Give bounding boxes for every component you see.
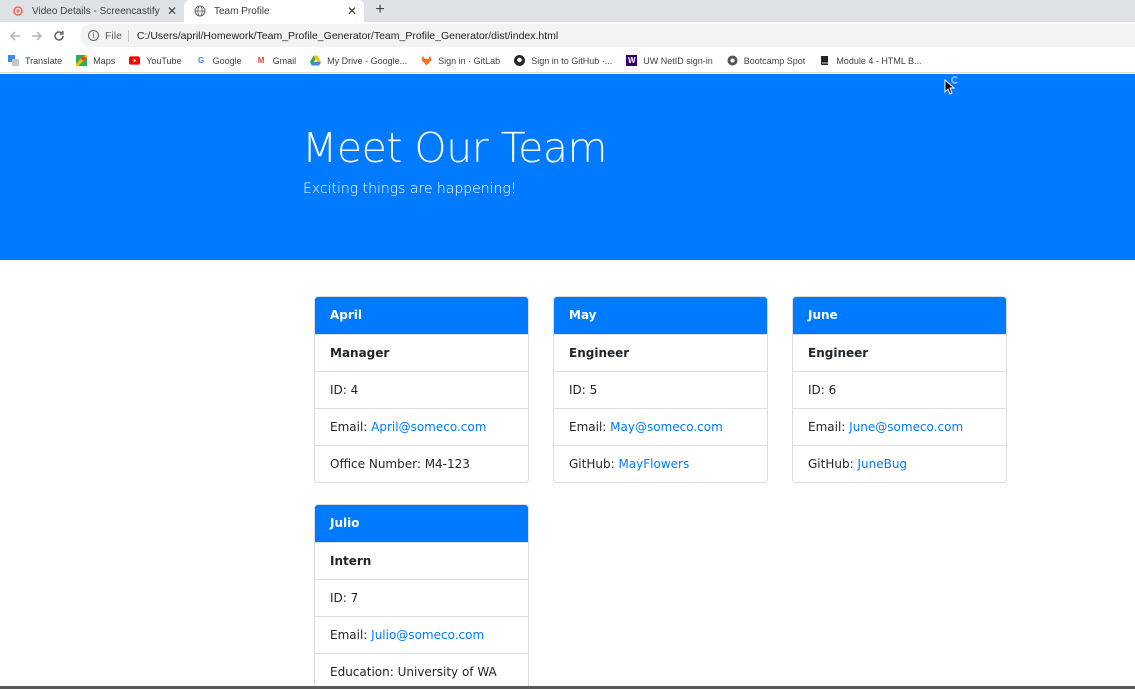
email-label: Email: (330, 628, 372, 642)
bookmark-bootcamp[interactable]: Bootcamp Spot (727, 55, 806, 66)
card-name: May (554, 297, 767, 334)
bookmark-youtube[interactable]: YouTube (129, 55, 182, 66)
bookmark-github[interactable]: Sign in to GitHub ·... (514, 55, 612, 66)
youtube-icon (129, 55, 141, 66)
card-role: Manager (315, 334, 528, 371)
card-name: Julio (315, 505, 528, 542)
bookmark-label: Google (212, 55, 242, 66)
page-subtitle: Exciting things are happening! (303, 181, 517, 197)
forward-arrow-icon[interactable] (26, 25, 48, 47)
address-url[interactable]: C:/Users/april/Homework/Team_Profile_Gen… (137, 30, 558, 42)
tab-strip: Video Details - Screencastify ✕ Team Pro… (0, 0, 1135, 22)
card-name: April (315, 297, 528, 334)
tab-title: Video Details - Screencastify (32, 5, 160, 17)
email-link[interactable]: April@someco.com (371, 420, 486, 434)
jumbotron: Meet Our Team Exciting things are happen… (0, 74, 1135, 260)
address-bar[interactable]: i File C:/Users/april/Homework/Team_Prof… (80, 24, 1135, 47)
bookmark-drive[interactable]: My Drive - Google... (310, 55, 407, 66)
globe-icon (194, 5, 206, 17)
gitlab-icon (421, 55, 432, 66)
github-link[interactable]: MayFlowers (618, 457, 689, 471)
bookmark-module4[interactable]: Module 4 - HTML B... (819, 55, 922, 66)
bookmarks-bar: Translate Maps YouTube G Google M Gmail … (0, 49, 1135, 73)
card-id: ID: 4 (315, 371, 528, 408)
book-icon (819, 55, 830, 66)
bookmark-label: My Drive - Google... (327, 55, 408, 66)
card-role: Engineer (554, 334, 767, 371)
card-office-number: Office Number: M4-123 (315, 445, 528, 482)
bookmark-label: Gmail (272, 55, 297, 66)
page-viewport: Meet Our Team Exciting things are happen… (0, 74, 1135, 689)
bookmark-gmail[interactable]: M Gmail (256, 55, 297, 66)
email-link[interactable]: June@someco.com (849, 420, 963, 434)
tab-title: Team Profile (214, 5, 270, 17)
info-icon[interactable]: i (88, 30, 99, 41)
card-email: Email: May@someco.com (554, 408, 767, 445)
email-label: Email: (330, 420, 372, 434)
email-link[interactable]: May@someco.com (610, 420, 723, 434)
mouse-cursor-icon (944, 79, 956, 95)
github-link[interactable]: JuneBug (857, 457, 907, 471)
card-name: June (793, 297, 1006, 334)
employee-card-april: April Manager ID: 4 Email: April@someco.… (314, 296, 529, 483)
uw-icon: W (626, 55, 638, 66)
bookmark-uw-netid[interactable]: W UW NetID sign-in (626, 55, 713, 66)
card-email: Email: April@someco.com (315, 408, 528, 445)
card-email: Email: June@someco.com (793, 408, 1006, 445)
card-github: GitHub: JuneBug (793, 445, 1006, 482)
github-icon (514, 55, 526, 66)
close-icon[interactable]: ✕ (164, 4, 180, 18)
bookmark-label: Module 4 - HTML B... (836, 55, 922, 66)
employee-card-julio: Julio Intern ID: 7 Email: Julio@someco.c… (314, 504, 529, 689)
bookmark-label: Translate (25, 55, 63, 66)
card-email: Email: Julio@someco.com (315, 616, 528, 653)
bookmark-label: Sign in to GitHub ·... (531, 55, 613, 66)
email-label: Email: (569, 420, 611, 434)
bookmark-label: UW NetID sign-in (643, 55, 713, 66)
card-id: ID: 6 (793, 371, 1006, 408)
bookmark-label: Maps (93, 55, 116, 66)
bookmark-label: Sign in · GitLab (438, 55, 501, 66)
email-link[interactable]: Julio@someco.com (371, 628, 484, 642)
bookmark-google[interactable]: G Google (196, 55, 242, 66)
bookmark-label: Bootcamp Spot (743, 55, 806, 66)
bookmark-maps[interactable]: Maps (76, 55, 115, 66)
email-label: Email: (808, 420, 850, 434)
bookmark-label: YouTube (146, 55, 182, 66)
github-label: GitHub: (808, 457, 858, 471)
close-icon[interactable]: ✕ (344, 4, 360, 18)
card-education: Education: University of WA (315, 653, 528, 689)
bookmark-gitlab[interactable]: Sign in · GitLab (421, 55, 500, 66)
screencastify-icon (12, 5, 24, 17)
google-icon: G (197, 56, 205, 65)
tab-video-details[interactable]: Video Details - Screencastify ✕ (0, 0, 184, 22)
divider (127, 29, 129, 42)
page-title: Meet Our Team (302, 124, 607, 172)
gmail-icon: M (257, 56, 265, 65)
employee-card-may: May Engineer ID: 5 Email: May@someco.com… (553, 296, 768, 483)
card-id: ID: 7 (315, 579, 528, 616)
reload-icon[interactable] (48, 25, 70, 47)
translate-icon (8, 55, 19, 66)
maps-icon (76, 55, 88, 66)
browser-toolbar: i File C:/Users/april/Homework/Team_Prof… (0, 22, 1135, 49)
card-role: Intern (315, 542, 528, 579)
card-github: GitHub: MayFlowers (554, 445, 767, 482)
new-tab-button[interactable]: + (372, 1, 388, 19)
employee-card-june: June Engineer ID: 6 Email: June@someco.c… (792, 296, 1007, 483)
bookmark-translate[interactable]: Translate (8, 55, 62, 66)
card-role: Engineer (793, 334, 1006, 371)
bootcamp-icon (727, 55, 738, 66)
github-label: GitHub: (569, 457, 619, 471)
card-id: ID: 5 (554, 371, 767, 408)
address-scheme: File (105, 29, 122, 42)
back-arrow-icon[interactable] (4, 25, 26, 47)
drive-icon (310, 55, 322, 66)
tab-team-profile[interactable]: Team Profile ✕ (184, 0, 364, 22)
